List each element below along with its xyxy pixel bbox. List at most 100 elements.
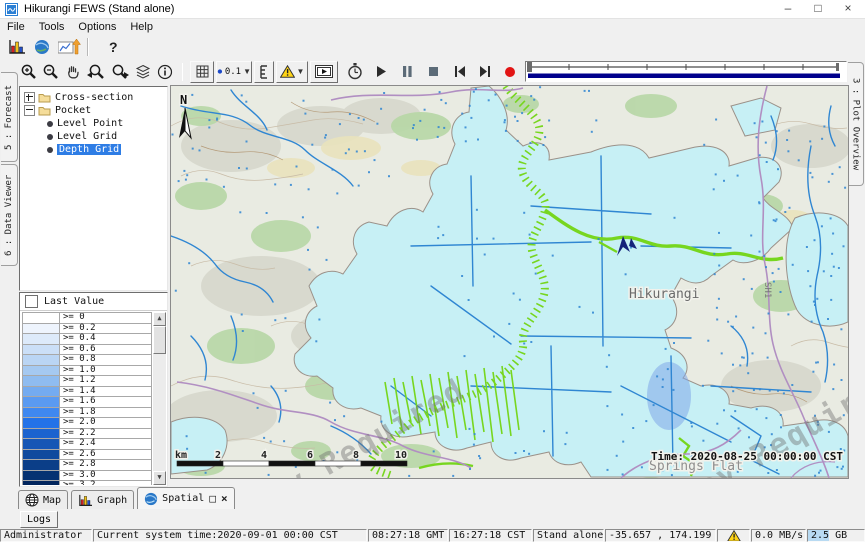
animation-dialog-button[interactable] <box>310 61 338 83</box>
legend-list: >= 0>= 0.2>= 0.4>= 0.6>= 0.8>= 1.0>= 1.2… <box>22 312 152 485</box>
pan-hand-icon[interactable] <box>65 64 81 80</box>
svg-text:km: km <box>175 450 187 461</box>
legend-swatch <box>23 376 60 386</box>
close-button[interactable]: × <box>833 0 863 17</box>
status-local-time: 16:27:18 CST <box>449 529 532 542</box>
legend-row[interactable]: >= 0 <box>23 313 152 324</box>
legend-row[interactable]: >= 1.2 <box>23 376 152 387</box>
toolbar-separator <box>182 63 183 81</box>
stop-button[interactable] <box>428 66 439 77</box>
tab-data-viewer[interactable]: 6 : Data Viewer <box>1 164 18 266</box>
scroll-up-icon[interactable]: ▲ <box>153 312 166 326</box>
scroll-thumb[interactable] <box>153 326 166 354</box>
main-toolbar: ? <box>0 35 865 59</box>
legend-swatch <box>23 408 60 418</box>
scale-bar-button[interactable] <box>254 61 274 83</box>
chevron-down-icon: ▼ <box>243 67 251 76</box>
float-panel-icon[interactable]: □ <box>209 492 216 505</box>
expand-icon[interactable] <box>24 92 35 103</box>
minimize-button[interactable]: – <box>773 0 803 17</box>
threshold-dropdown-button[interactable]: 0.1 ▼ <box>216 61 252 83</box>
legend-swatch <box>23 334 60 344</box>
map-view[interactable]: API Key Required API Key Required Hikura… <box>170 85 849 479</box>
dot-icon <box>217 68 223 75</box>
help-button[interactable]: ? <box>109 39 118 55</box>
status-download-rate: 0.0 MB/s <box>751 529 806 542</box>
legend-label: >= 0 <box>60 313 152 323</box>
tree-node-depth-grid[interactable]: Depth Grid <box>20 143 167 156</box>
graph-icon <box>78 494 93 507</box>
legend-swatch <box>23 313 60 323</box>
legend-label: >= 1.4 <box>60 387 152 397</box>
menu-tools[interactable]: Tools <box>32 21 72 33</box>
application-window: { "window": {"title": "Hikurangi FEWS (S… <box>0 0 865 542</box>
legend-row[interactable]: >= 2.0 <box>23 418 152 429</box>
legend-label: >= 1.8 <box>60 408 152 418</box>
collapse-icon[interactable] <box>24 105 35 116</box>
left-tab-strip: 5 : Forecast 6 : Data Viewer <box>0 58 18 530</box>
svg-text:N: N <box>180 93 187 107</box>
menu-help[interactable]: Help <box>123 21 160 33</box>
status-warning-cell[interactable] <box>717 529 750 542</box>
zoom-out-icon[interactable] <box>43 64 59 80</box>
menu-file[interactable]: File <box>0 21 32 33</box>
globe-icon[interactable] <box>34 39 50 55</box>
legend-label: >= 0.2 <box>60 324 152 334</box>
zoom-previous-icon[interactable] <box>87 64 105 80</box>
folder-icon <box>38 92 51 103</box>
ruler-icon <box>259 65 269 79</box>
forecast-chart-icon[interactable] <box>8 39 26 55</box>
tree-node-level-grid[interactable]: Level Grid <box>20 130 167 143</box>
road-shield-label: SH1 <box>762 282 772 298</box>
tab-spatial[interactable]: Spatial □ × <box>137 487 234 509</box>
slider-thumb[interactable] <box>527 62 532 72</box>
data-viewer-panel: Cross-section Pocket Level Point Level G… <box>18 85 169 487</box>
tree-node-level-point[interactable]: Level Point <box>20 117 167 130</box>
tab-map-label: Map <box>43 495 61 506</box>
record-button[interactable] <box>504 66 516 78</box>
tree-node-cross-section[interactable]: Cross-section <box>20 91 167 104</box>
tree-node-label-selected: Depth Grid <box>57 144 121 155</box>
status-coordinates: -35.657 , 174.199 <box>605 529 716 542</box>
grid-display-button[interactable] <box>190 61 214 83</box>
legend-row[interactable]: >= 0.8 <box>23 355 152 366</box>
legend-swatch <box>23 418 60 428</box>
play-button[interactable] <box>376 66 387 77</box>
toolbar-separator <box>87 38 89 56</box>
scroll-down-icon[interactable]: ▼ <box>153 471 166 485</box>
wire-globe-icon <box>25 493 39 507</box>
logs-button[interactable]: Logs <box>20 511 58 528</box>
tab-plot-overview[interactable]: 3 : Plot Overview <box>848 62 864 186</box>
tab-map[interactable]: Map <box>18 490 68 509</box>
last-value-checkbox[interactable] <box>25 295 38 308</box>
threshold-warning-button[interactable]: ▼ <box>276 61 308 83</box>
zoom-next-icon[interactable] <box>111 64 129 80</box>
legend-swatch <box>23 471 60 481</box>
node-bullet-icon <box>47 134 53 140</box>
layers-icon[interactable] <box>135 64 151 80</box>
tab-graph[interactable]: Graph <box>71 490 134 509</box>
zoom-in-icon[interactable] <box>21 64 37 80</box>
grid-icon <box>196 65 209 78</box>
skip-start-button[interactable] <box>454 66 466 77</box>
close-panel-icon[interactable]: × <box>221 492 228 505</box>
legend-row[interactable]: >= 2.4 <box>23 439 152 450</box>
map-time-label: Time: 2020-08-25 00:00:00 CST <box>651 450 843 463</box>
timeseries-dialog-icon[interactable] <box>58 39 81 55</box>
tab-forecast[interactable]: 5 : Forecast <box>1 72 18 162</box>
maximize-button[interactable]: □ <box>803 0 833 17</box>
skip-end-button[interactable] <box>479 66 491 77</box>
legend-label: >= 2.2 <box>60 429 152 439</box>
pause-button[interactable] <box>402 66 413 77</box>
legend-row[interactable]: >= 1.6 <box>23 397 152 408</box>
menu-options[interactable]: Options <box>71 21 123 33</box>
legend-row[interactable]: >= 0.4 <box>23 334 152 345</box>
legend-row[interactable]: >= 3.2 <box>23 481 152 485</box>
tree-node-pocket[interactable]: Pocket <box>20 104 167 117</box>
timer-icon[interactable] <box>347 63 363 80</box>
legend-row[interactable]: >= 2.8 <box>23 460 152 471</box>
info-icon[interactable] <box>157 64 173 80</box>
legend-scrollbar[interactable]: ▲ ▼ <box>153 312 166 485</box>
timeline-progress <box>528 74 840 79</box>
time-slider[interactable] <box>525 61 847 82</box>
